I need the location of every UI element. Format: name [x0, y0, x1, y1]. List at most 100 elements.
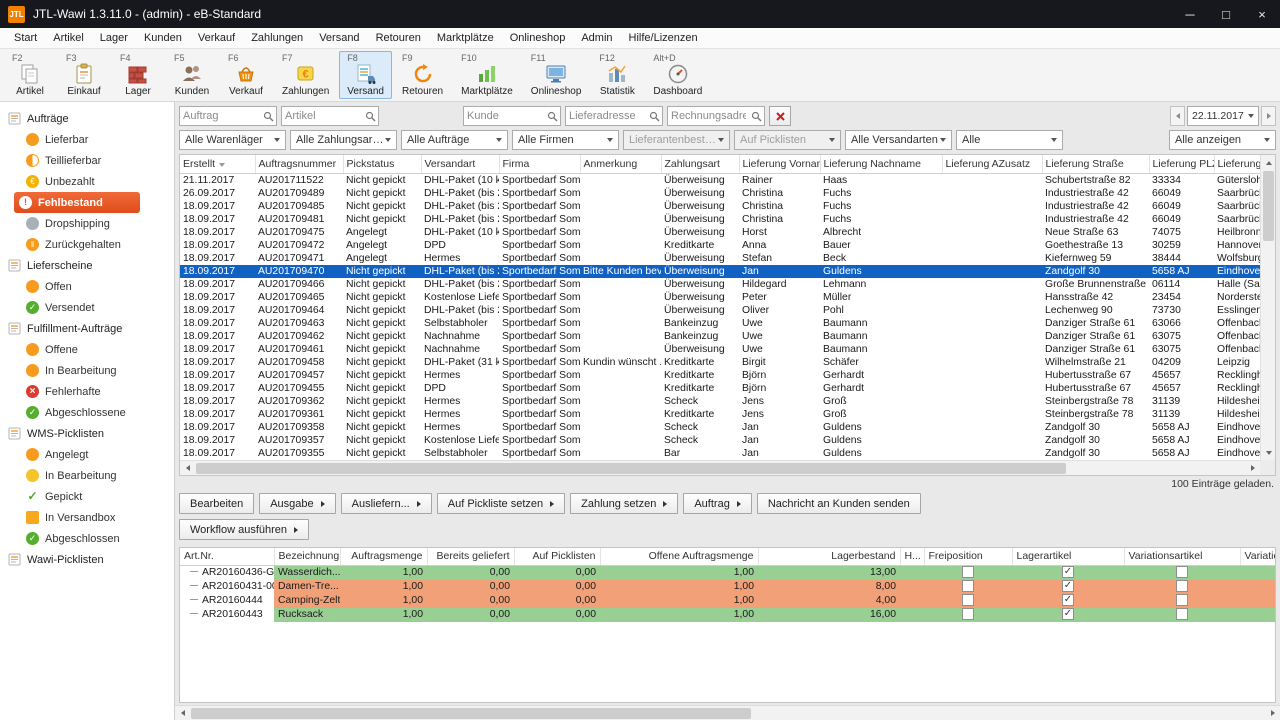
freiposition-checkbox[interactable] — [962, 580, 974, 592]
order-row[interactable]: 18.09.2017AU201709357Nicht gepicktKosten… — [180, 434, 1260, 447]
order-row[interactable]: 18.09.2017AU201709481Nicht gepicktDHL-Pa… — [180, 213, 1260, 226]
order-row[interactable]: 18.09.2017AU201709465Nicht gepicktKosten… — [180, 291, 1260, 304]
scroll-right-button[interactable] — [1265, 706, 1280, 720]
filter-dropdown-alle-warenlaeger[interactable]: Alle Warenläger — [179, 130, 286, 150]
search-input-kunde[interactable] — [464, 110, 545, 122]
horizontal-scroll-thumb[interactable] — [191, 708, 751, 719]
order-row[interactable]: 18.09.2017AU201709472AngelegtDPDSportbed… — [180, 239, 1260, 252]
scroll-left-button[interactable] — [180, 461, 195, 476]
orders-column-header-lieferung-vorname[interactable]: Lieferung Vorname — [739, 155, 820, 173]
sidebar-section-wawi-picklisten[interactable]: Wawi-Picklisten — [0, 549, 174, 570]
positions-column-header-variationsartikel[interactable]: Variationsartikel — [1124, 548, 1240, 565]
maximize-button[interactable]: □ — [1208, 0, 1244, 28]
sidebar-item-in-bearbeitung[interactable]: In Bearbeitung — [0, 360, 174, 381]
positions-column-header-auf-picklisten[interactable]: Auf Picklisten — [514, 548, 600, 565]
order-row[interactable]: 18.09.2017AU201709463Nicht gepicktSelbst… — [180, 317, 1260, 330]
orders-column-header-anmerkung[interactable]: Anmerkung — [580, 155, 661, 173]
menu-item-onlineshop[interactable]: Onlineshop — [502, 29, 574, 47]
menu-item-admin[interactable]: Admin — [573, 29, 620, 47]
sidebar-section-fulfillment-auftraege[interactable]: Fulfillment-Aufträge — [0, 318, 174, 339]
toolbar-einkauf[interactable]: F3Einkauf — [58, 51, 110, 99]
positions-column-header-bezeichnung[interactable]: Bezeichnung — [274, 548, 340, 565]
ausliefern-button[interactable]: Ausliefern... — [341, 493, 432, 514]
search-icon[interactable] — [545, 111, 560, 122]
toolbar-lager[interactable]: F4Lager — [112, 51, 164, 99]
sidebar-item-offene[interactable]: Offene — [0, 339, 174, 360]
toolbar-retouren[interactable]: F9Retouren — [394, 51, 451, 99]
sidebar-section-auftraege[interactable]: Aufträge — [0, 108, 174, 129]
bearbeiten-button[interactable]: Bearbeiten — [179, 493, 254, 514]
order-row[interactable]: 18.09.2017AU201709471AngelegtHermesSport… — [180, 252, 1260, 265]
scroll-left-button[interactable] — [175, 706, 190, 720]
variationsartikel-checkbox[interactable] — [1176, 566, 1188, 578]
menu-item-verkauf[interactable]: Verkauf — [190, 29, 243, 47]
orders-column-header-lieferung-azusatz[interactable]: Lieferung AZusatz — [942, 155, 1042, 173]
orders-column-header-lieferung-strasse[interactable]: Lieferung Straße — [1042, 155, 1149, 173]
toolbar-zahlungen[interactable]: F7€Zahlungen — [274, 51, 337, 99]
lagerartikel-checkbox[interactable] — [1062, 580, 1074, 592]
variationsartikel-checkbox[interactable] — [1176, 608, 1188, 620]
sidebar-section-lieferscheine[interactable]: Lieferscheine — [0, 255, 174, 276]
search-icon[interactable] — [647, 111, 662, 122]
sidebar-item-zurueckgehalten[interactable]: Zurückgehalten — [0, 234, 174, 255]
date-prev-button[interactable] — [1170, 106, 1185, 126]
date-picker[interactable]: 22.11.2017 — [1187, 106, 1259, 126]
sidebar-item-dropshipping[interactable]: Dropshipping — [0, 213, 174, 234]
search-input-auftrag[interactable] — [180, 110, 261, 122]
toolbar-dashboard[interactable]: Alt+DDashboard — [645, 51, 710, 99]
sidebar-item-unbezahlt[interactable]: Unbezahlt — [0, 171, 174, 192]
sidebar-item-gepickt[interactable]: Gepickt — [0, 486, 174, 507]
order-row[interactable]: 18.09.2017AU201709362Nicht gepicktHermes… — [180, 395, 1260, 408]
orders-column-header-firma[interactable]: Firma — [499, 155, 580, 173]
order-row[interactable]: 18.09.2017AU201709355Nicht gepicktSelbst… — [180, 447, 1260, 460]
positions-column-header-offene-auftragsmenge[interactable]: Offene Auftragsmenge — [600, 548, 758, 565]
filter-dropdown-alle-anzeigen[interactable]: Alle anzeigen — [1169, 130, 1276, 150]
orders-vertical-scrollbar[interactable] — [1260, 155, 1275, 460]
toolbar-artikel[interactable]: F2Artikel — [4, 51, 56, 99]
filter-dropdown-alle-firmen[interactable]: Alle Firmen — [512, 130, 619, 150]
scroll-right-button[interactable] — [1245, 461, 1260, 476]
auftrag-button[interactable]: Auftrag — [683, 493, 751, 514]
zahlung-setzen-button[interactable]: Zahlung setzen — [570, 493, 678, 514]
position-row[interactable]: AR20160444Camping-Zelt1,000,000,001,004,… — [180, 594, 1275, 608]
orders-column-header-zahlungsart[interactable]: Zahlungsart — [661, 155, 739, 173]
sidebar-item-abgeschlossen[interactable]: Abgeschlossen — [0, 528, 174, 549]
order-row[interactable]: 18.09.2017AU201709462Nicht gepicktNachna… — [180, 330, 1260, 343]
order-row[interactable]: 18.09.2017AU201709470Nicht gepicktDHL-Pa… — [180, 265, 1260, 278]
search-icon[interactable] — [363, 111, 378, 122]
horizontal-scroll-thumb[interactable] — [196, 463, 1066, 474]
order-row[interactable]: 21.11.2017AU201711522Nicht gepicktDHL-Pa… — [180, 173, 1260, 187]
menu-item-kunden[interactable]: Kunden — [136, 29, 190, 47]
orders-column-header-lieferung-nachname[interactable]: Lieferung Nachname — [820, 155, 942, 173]
toolbar-marktplaetze[interactable]: F10Marktplätze — [453, 51, 521, 99]
toolbar-onlineshop[interactable]: F11Onlineshop — [523, 51, 590, 99]
clear-filters-button[interactable] — [769, 106, 791, 126]
workflow-execute-button[interactable]: Workflow ausführen — [179, 519, 309, 540]
orders-column-header-lieferung-ort[interactable]: Lieferung Ort — [1214, 155, 1260, 173]
positions-column-header-variatio[interactable]: Variatio... — [1240, 548, 1275, 565]
nachricht-an-kunden-senden-button[interactable]: Nachricht an Kunden senden — [757, 493, 921, 514]
position-row[interactable]: AR20160431-003Damen-Tre...1,000,000,001,… — [180, 580, 1275, 594]
menu-item-start[interactable]: Start — [6, 29, 45, 47]
menu-item-retouren[interactable]: Retouren — [368, 29, 429, 47]
search-icon[interactable] — [749, 111, 764, 122]
sidebar-item-in-versandbox[interactable]: In Versandbox — [0, 507, 174, 528]
sidebar-item-fehlerhafte[interactable]: Fehlerhafte — [0, 381, 174, 402]
toolbar-versand[interactable]: F8Versand — [339, 51, 392, 99]
search-input-artikel[interactable] — [282, 110, 363, 122]
toolbar-verkauf[interactable]: F6Verkauf — [220, 51, 272, 99]
toolbar-statistik[interactable]: F12Statistik — [591, 51, 643, 99]
order-row[interactable]: 18.09.2017AU201709485Nicht gepicktDHL-Pa… — [180, 200, 1260, 213]
order-row[interactable]: 18.09.2017AU201709475AngelegtDHL-Paket (… — [180, 226, 1260, 239]
lagerartikel-checkbox[interactable] — [1062, 566, 1074, 578]
orders-horizontal-scrollbar[interactable] — [180, 460, 1260, 475]
lagerartikel-checkbox[interactable] — [1062, 608, 1074, 620]
menu-item-hilfe-lizenzen[interactable]: Hilfe/Lizenzen — [621, 29, 706, 47]
auf-pickliste-setzen-button[interactable]: Auf Pickliste setzen — [437, 493, 565, 514]
freiposition-checkbox[interactable] — [962, 608, 974, 620]
orders-column-header-auftragsnummer[interactable]: Auftragsnummer — [255, 155, 343, 173]
order-row[interactable]: 18.09.2017AU201709466Nicht gepicktDHL-Pa… — [180, 278, 1260, 291]
variationsartikel-checkbox[interactable] — [1176, 594, 1188, 606]
freiposition-checkbox[interactable] — [962, 594, 974, 606]
minimize-button[interactable]: ─ — [1172, 0, 1208, 28]
